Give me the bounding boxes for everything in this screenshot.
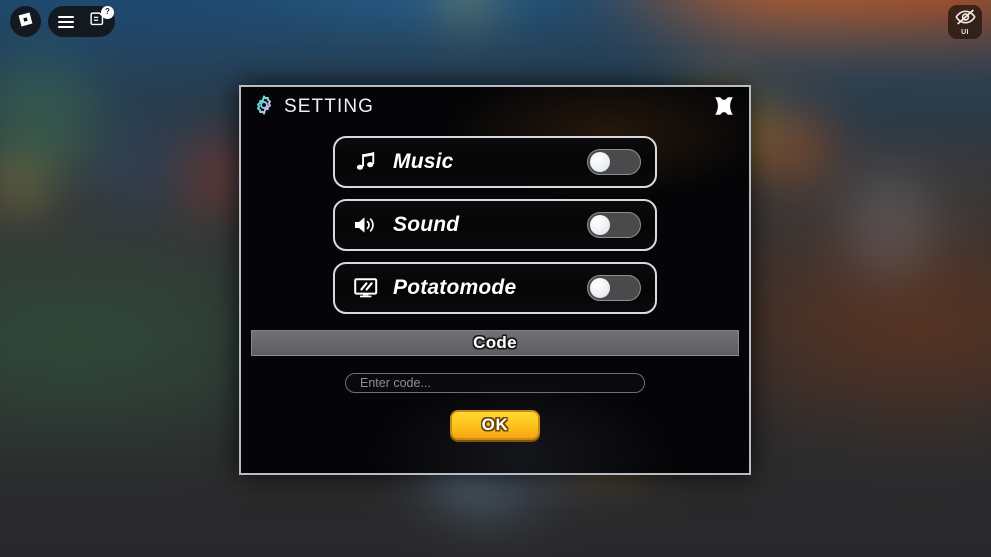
option-label: Sound (393, 213, 460, 236)
background-blob (845, 170, 935, 280)
background-blob (760, 110, 830, 180)
speaker-volume-icon (352, 211, 380, 239)
hide-ui-button[interactable]: UI (948, 5, 982, 39)
background-blob (2, 170, 36, 204)
game-screen: ? UI SETTING Music Sound Potatomode Code… (0, 0, 991, 557)
roblox-logo-icon (17, 11, 34, 33)
background-blob (90, 120, 180, 210)
settings-options-list: Music Sound Potatomode (241, 136, 749, 314)
roblox-menu-pill: ? (48, 5, 115, 37)
roblox-home-button[interactable] (10, 6, 41, 37)
settings-panel: SETTING Music Sound Potatomode Code Ente… (239, 85, 751, 475)
hamburger-menu-icon[interactable] (55, 11, 77, 33)
ok-button-container: OK (241, 410, 749, 440)
close-x-icon (712, 94, 736, 123)
potatomode-toggle[interactable] (587, 275, 641, 301)
option-label: Potatomode (393, 276, 517, 299)
roblox-topbar-controls: ? (10, 5, 115, 37)
gear-icon (253, 94, 275, 121)
toggle-knob (590, 152, 610, 172)
page-title: SETTING (284, 96, 375, 117)
hide-ui-label: UI (961, 28, 969, 36)
music-toggle[interactable] (587, 149, 641, 175)
music-note-icon (352, 148, 380, 176)
option-row-sound[interactable]: Sound (333, 199, 657, 251)
code-section-header: Code (251, 330, 739, 356)
sound-toggle[interactable] (587, 212, 641, 238)
toggle-knob (590, 278, 610, 298)
ok-button[interactable]: OK (450, 410, 540, 440)
eye-slash-icon (954, 8, 976, 30)
option-row-music[interactable]: Music (333, 136, 657, 188)
chat-document-button[interactable]: ? (86, 5, 114, 33)
toggle-knob (590, 215, 610, 235)
option-row-potatomode[interactable]: Potatomode (333, 262, 657, 314)
monitor-display-icon (352, 274, 380, 302)
panel-header: SETTING (241, 87, 749, 127)
chat-notification-badge: ? (101, 5, 114, 19)
code-input-container (241, 373, 749, 393)
close-button[interactable] (709, 93, 739, 123)
code-input[interactable] (345, 373, 645, 393)
code-section-header-label: Code (473, 333, 517, 352)
option-label: Music (393, 150, 454, 173)
